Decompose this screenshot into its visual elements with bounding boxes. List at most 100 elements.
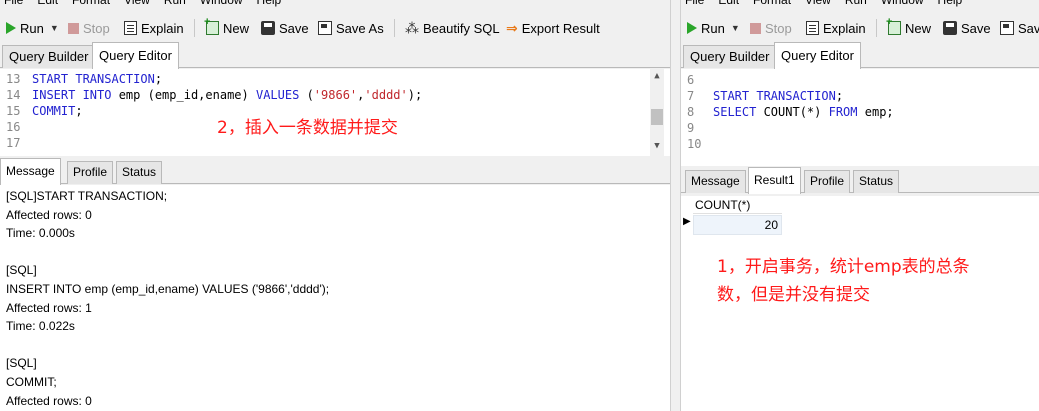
menu-view[interactable]: View — [124, 0, 150, 8]
new-button[interactable]: New — [204, 15, 250, 41]
tab-query-builder[interactable]: Query Builder — [683, 45, 777, 68]
tab-status[interactable]: Status — [116, 161, 163, 184]
sql-keyword: SELECT — [713, 105, 757, 119]
play-icon — [687, 22, 697, 34]
run-label: Run — [20, 20, 44, 36]
tab-status[interactable]: Status — [853, 170, 900, 193]
menu-bar: File Edit Format View Run Window Help — [0, 0, 670, 8]
code-line: 9 — [681, 120, 713, 136]
sql-string: 'dddd' — [364, 88, 408, 102]
menu-view[interactable]: View — [805, 0, 831, 8]
menu-window[interactable]: Window — [881, 0, 924, 8]
scroll-up-icon[interactable]: ▲ — [650, 71, 664, 81]
stop-label: Stop — [83, 20, 110, 36]
explain-button[interactable]: Explain — [124, 15, 184, 41]
save-as-icon — [1000, 21, 1014, 35]
sql-editor[interactable]: 13 START TRANSACTION; 14 INSERT INTO emp (e… — [0, 69, 670, 156]
code-line: 10 — [681, 136, 713, 152]
sql-text: ; — [75, 104, 83, 118]
stop-icon — [68, 22, 79, 34]
beautify-label: Beautify SQL — [423, 20, 500, 36]
tab-query-builder[interactable]: Query Builder — [2, 45, 96, 68]
save-as-button[interactable]: Sav — [1000, 15, 1039, 41]
menu-window[interactable]: Window — [200, 0, 243, 8]
sql-keyword: FROM — [828, 105, 858, 119]
line-number: 10 — [687, 137, 702, 151]
save-button[interactable]: Save — [261, 15, 309, 41]
stop-icon — [750, 22, 761, 34]
export-label: Export Result — [521, 20, 600, 36]
editor-scrollbar[interactable]: ▲ ▼ — [650, 69, 664, 156]
new-label: New — [223, 20, 250, 36]
explain-button[interactable]: Explain — [806, 15, 866, 41]
menu-format[interactable]: Format — [72, 0, 110, 8]
menu-help[interactable]: Help — [257, 0, 282, 8]
line-number: 8 — [687, 105, 695, 119]
menu-file[interactable]: File — [4, 0, 23, 8]
new-button[interactable]: New — [886, 15, 932, 41]
tab-query-editor[interactable]: Query Editor — [774, 42, 861, 69]
menu-run[interactable]: Run — [164, 0, 186, 8]
save-as-icon — [318, 21, 332, 35]
run-button[interactable]: Run ▼ — [6, 15, 59, 41]
code-line: 6 — [681, 72, 713, 88]
stop-button[interactable]: Stop — [750, 15, 792, 41]
line-number: 17 — [6, 136, 21, 150]
tab-result1[interactable]: Result1 — [748, 167, 801, 194]
code-line: 17 — [0, 135, 32, 151]
result-grid: COUNT(*) ▶ 20 1，开启事务，统计emp表的总条 数，但是并没有提交 — [681, 196, 1039, 411]
toolbar-divider — [876, 19, 877, 37]
column-header-count[interactable]: COUNT(*) — [693, 196, 782, 214]
message-line: Affected rows: 0 — [6, 393, 92, 408]
grid-cell-count[interactable]: 20 — [693, 215, 782, 235]
tab-query-editor[interactable]: Query Editor — [92, 42, 179, 69]
message-line: INSERT INTO emp (emp_id,ename) VALUES ('… — [6, 282, 330, 296]
explain-icon — [124, 21, 137, 35]
chevron-down-icon[interactable]: ▼ — [50, 23, 59, 33]
message-line: COMMIT; — [6, 375, 57, 389]
message-panel: [SQL]START TRANSACTION; Affected rows: 0 T… — [0, 185, 670, 411]
menu-format[interactable]: Format — [753, 0, 791, 8]
message-line: [SQL] — [6, 263, 37, 278]
stop-button[interactable]: Stop — [68, 15, 110, 41]
save-label: Save — [961, 20, 991, 36]
menu-edit[interactable]: Edit — [37, 0, 58, 8]
menu-file[interactable]: File — [685, 0, 704, 8]
run-button[interactable]: Run ▼ — [687, 15, 740, 41]
annotation-line-1: 1，开启事务，统计emp表的总条 — [717, 257, 970, 277]
stop-label: Stop — [765, 20, 792, 36]
save-as-button[interactable]: Save As — [318, 15, 384, 41]
message-line: Time: 0.022s — [6, 319, 75, 334]
tab-message[interactable]: Message — [0, 158, 61, 185]
result-tab-bar: Message Result1 Profile Status — [681, 167, 1039, 194]
tab-message[interactable]: Message — [685, 170, 746, 193]
tab-profile[interactable]: Profile — [67, 161, 114, 184]
line-number: 15 — [6, 104, 21, 118]
beautify-sql-button[interactable]: ⁂ Beautify SQL — [405, 15, 500, 41]
tab-profile[interactable]: Profile — [804, 170, 851, 193]
code-line: 7 START TRANSACTION; — [681, 88, 843, 104]
save-as-label: Sav — [1018, 20, 1039, 36]
sql-editor[interactable]: 6 7 START TRANSACTION; 8 SELECT COUNT(*) FRO… — [681, 69, 1039, 166]
menu-help[interactable]: Help — [938, 0, 963, 8]
sql-text: COUNT(*) — [756, 105, 829, 119]
export-icon: ⇒ — [506, 19, 518, 36]
play-icon — [6, 22, 16, 34]
scroll-down-icon[interactable]: ▼ — [650, 141, 664, 151]
sql-text: ); — [407, 88, 423, 102]
toolbar: Run ▼ Stop Explain New Save Save As ⁂ Be… — [0, 15, 670, 41]
export-result-button[interactable]: ⇒ Export Result — [506, 15, 600, 41]
menu-edit[interactable]: Edit — [718, 0, 739, 8]
message-line: Affected rows: 0 — [6, 207, 92, 222]
new-label: New — [905, 20, 932, 36]
current-row-indicator-icon: ▶ — [683, 216, 691, 227]
pane-splitter[interactable] — [670, 0, 681, 411]
scroll-thumb[interactable] — [651, 109, 663, 125]
sql-text: ( — [299, 88, 314, 102]
sql-text: emp (emp_id,ename) — [111, 88, 256, 102]
chevron-down-icon[interactable]: ▼ — [731, 23, 740, 33]
sql-keyword: INSERT INTO — [32, 88, 112, 102]
message-line: Affected rows: 1 — [6, 300, 92, 315]
menu-run[interactable]: Run — [845, 0, 867, 8]
save-button[interactable]: Save — [943, 15, 991, 41]
